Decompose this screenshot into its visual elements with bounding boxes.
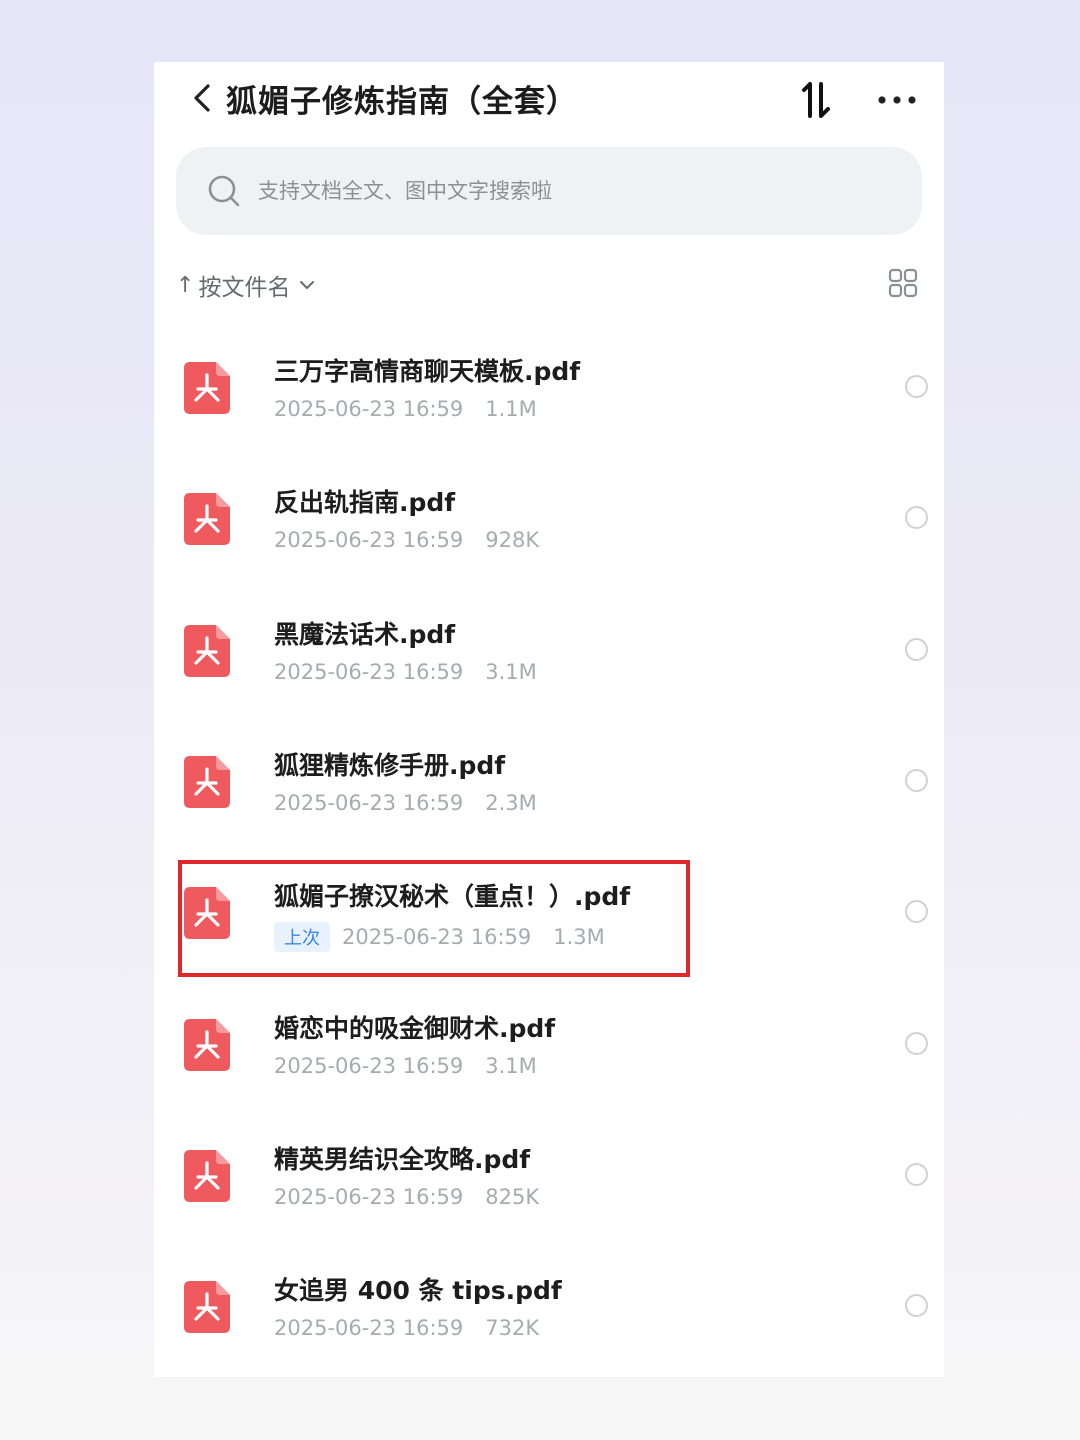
file-meta: 2025-06-23 16:59 3.1M xyxy=(274,1054,537,1078)
file-name: 婚恋中的吸金御财术.pdf xyxy=(274,1014,556,1043)
file-meta: 2025-06-23 16:59 1.1M xyxy=(274,397,537,421)
more-options-button[interactable] xyxy=(870,78,924,122)
search-input[interactable] xyxy=(256,178,900,204)
grid-view-icon xyxy=(888,268,918,298)
sort-order-button[interactable] xyxy=(794,78,838,122)
last-opened-badge: 上次 xyxy=(274,922,330,952)
file-date: 2025-06-23 16:59 xyxy=(274,1185,464,1209)
pdf-file-icon xyxy=(184,756,230,808)
file-size: 2.3M xyxy=(485,791,537,815)
file-date: 2025-06-23 16:59 xyxy=(274,397,464,421)
sort-by-selector[interactable]: ↑ 按文件名 xyxy=(176,267,318,303)
pdf-file-icon xyxy=(184,493,230,545)
page-title: 狐媚子修炼指南（全套） xyxy=(226,84,578,120)
file-name: 狐媚子撩汉秘术（重点！）.pdf xyxy=(274,882,631,911)
pdf-file-icon xyxy=(184,625,230,677)
file-date: 2025-06-23 16:59 xyxy=(274,1316,464,1340)
file-row[interactable]: 黑魔法话术.pdf 2025-06-23 16:59 3.1M xyxy=(154,583,944,714)
file-name: 女追男 400 条 tips.pdf xyxy=(274,1276,562,1305)
file-size: 732K xyxy=(485,1316,540,1340)
pdf-file-icon xyxy=(184,887,230,939)
sort-label: 按文件名 xyxy=(198,275,291,301)
select-radio[interactable] xyxy=(905,506,928,529)
pdf-file-icon xyxy=(184,1150,230,1202)
file-name: 黑魔法话术.pdf xyxy=(274,620,456,649)
file-size: 1.1M xyxy=(485,397,537,421)
file-size: 928K xyxy=(485,528,540,552)
file-meta: 2025-06-23 16:59 2.3M xyxy=(274,791,537,815)
select-radio[interactable] xyxy=(905,1163,928,1186)
more-dots-icon xyxy=(878,96,916,104)
select-radio[interactable] xyxy=(905,1032,928,1055)
file-date: 2025-06-23 16:59 xyxy=(274,660,464,684)
file-date: 2025-06-23 16:59 xyxy=(274,1054,464,1078)
file-size: 825K xyxy=(485,1185,540,1209)
file-date: 2025-06-23 16:59 xyxy=(274,791,464,815)
select-radio[interactable] xyxy=(905,638,928,661)
file-size: 3.1M xyxy=(485,1054,537,1078)
file-row[interactable]: 狐狸精炼修手册.pdf 2025-06-23 16:59 2.3M xyxy=(154,714,944,845)
file-row[interactable]: 三万字高情商聊天模板.pdf 2025-06-23 16:59 1.1M xyxy=(154,320,944,451)
file-meta: 2025-06-23 16:59 732K xyxy=(274,1316,539,1340)
file-name: 反出轨指南.pdf xyxy=(274,488,456,517)
pdf-file-icon xyxy=(184,1019,230,1071)
file-size: 3.1M xyxy=(485,660,537,684)
file-row[interactable]: 反出轨指南.pdf 2025-06-23 16:59 928K xyxy=(154,451,944,582)
file-date: 2025-06-23 16:59 xyxy=(342,925,532,949)
file-meta: 2025-06-23 16:59 928K xyxy=(274,528,539,552)
file-name: 狐狸精炼修手册.pdf xyxy=(274,751,506,780)
file-meta: 上次 2025-06-23 16:59 1.3M xyxy=(274,922,605,952)
file-name: 三万字高情商聊天模板.pdf xyxy=(274,357,581,386)
file-meta: 2025-06-23 16:59 825K xyxy=(274,1185,539,1209)
file-name: 精英男结识全攻略.pdf xyxy=(274,1145,531,1174)
file-row[interactable]: 狐媚子撩汉秘术（重点！）.pdf 上次 2025-06-23 16:59 1.3M xyxy=(154,845,944,976)
select-radio[interactable] xyxy=(905,1294,928,1317)
file-row[interactable]: 精英男结识全攻略.pdf 2025-06-23 16:59 825K xyxy=(154,1108,944,1239)
file-row[interactable]: 女追男 400 条 tips.pdf 2025-06-23 16:59 732K xyxy=(154,1239,944,1370)
select-radio[interactable] xyxy=(905,769,928,792)
sort-arrow-icon: ↑ xyxy=(176,272,195,298)
sort-toggle-icon xyxy=(802,82,830,118)
search-bar[interactable] xyxy=(176,147,922,235)
top-bar: 狐媚子修炼指南（全套） xyxy=(154,62,944,136)
file-row[interactable]: 婚恋中的吸金御财术.pdf 2025-06-23 16:59 3.1M xyxy=(154,977,944,1108)
chevron-left-icon xyxy=(194,84,210,112)
chevron-down-icon xyxy=(300,281,315,289)
file-date: 2025-06-23 16:59 xyxy=(274,528,464,552)
file-size: 1.3M xyxy=(553,925,605,949)
select-radio[interactable] xyxy=(905,900,928,923)
back-button[interactable] xyxy=(182,78,222,118)
pdf-file-icon xyxy=(184,362,230,414)
pdf-file-icon xyxy=(184,1281,230,1333)
select-radio[interactable] xyxy=(905,375,928,398)
file-meta: 2025-06-23 16:59 3.1M xyxy=(274,660,537,684)
search-icon xyxy=(206,173,242,209)
file-browser-panel: 狐媚子修炼指南（全套） ↑ 按文件名 xyxy=(154,62,944,1377)
grid-view-button[interactable] xyxy=(888,268,920,300)
